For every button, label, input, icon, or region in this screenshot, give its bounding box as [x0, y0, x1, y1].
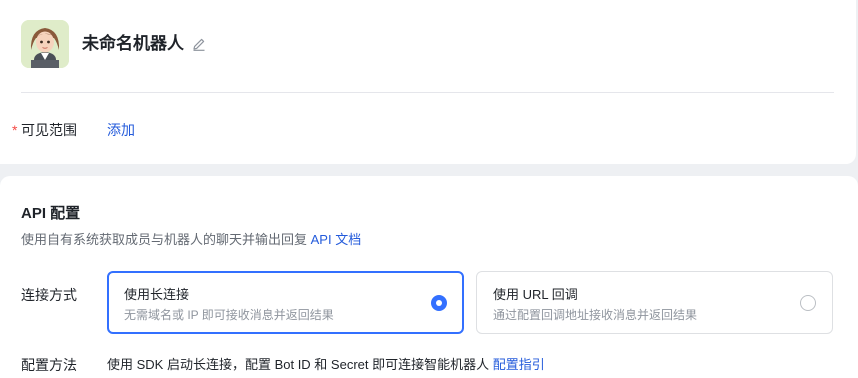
config-guide-link[interactable]: 配置指引: [493, 357, 545, 372]
api-config-description: 使用自有系统获取成员与机器人的聊天并输出回复 API 文档: [21, 231, 361, 249]
option-title: 使用 URL 回调: [493, 287, 578, 302]
radio-selected[interactable]: [431, 295, 447, 311]
option-long-connection[interactable]: 使用长连接 无需域名或 IP 即可接收消息并返回结果: [107, 271, 464, 334]
api-config-title: API 配置: [21, 205, 81, 222]
option-subtitle: 通过配置回调地址接收消息并返回结果: [493, 308, 698, 322]
bot-name: 未命名机器人: [82, 34, 184, 53]
config-method-description: 使用 SDK 启动长连接，配置 Bot ID 和 Secret 即可连接智能机器…: [107, 357, 490, 372]
radio-unselected[interactable]: [800, 295, 816, 311]
pencil-icon[interactable]: [191, 36, 207, 52]
option-subtitle: 无需域名或 IP 即可接收消息并返回结果: [124, 308, 334, 322]
connection-method-label: 连接方式: [21, 287, 77, 303]
visibility-label: 可见范围: [21, 122, 77, 138]
option-url-callback[interactable]: 使用 URL 回调 通过配置回调地址接收消息并返回结果: [476, 271, 833, 334]
option-title: 使用长连接: [124, 287, 190, 302]
api-description-text: 使用自有系统获取成员与机器人的聊天并输出回复: [21, 232, 308, 247]
add-visibility-link[interactable]: 添加: [107, 120, 135, 140]
required-mark: *: [12, 122, 18, 138]
bot-profile-card: 未命名机器人 * 可见范围 添加: [0, 0, 856, 164]
female-avatar-icon: [21, 20, 69, 68]
config-method-text: 使用 SDK 启动长连接，配置 Bot ID 和 Secret 即可连接智能机器…: [107, 356, 545, 374]
config-method-label: 配置方法: [21, 357, 77, 373]
divider: [21, 92, 834, 93]
bot-avatar[interactable]: [21, 20, 69, 68]
api-doc-link[interactable]: API 文档: [311, 232, 362, 247]
